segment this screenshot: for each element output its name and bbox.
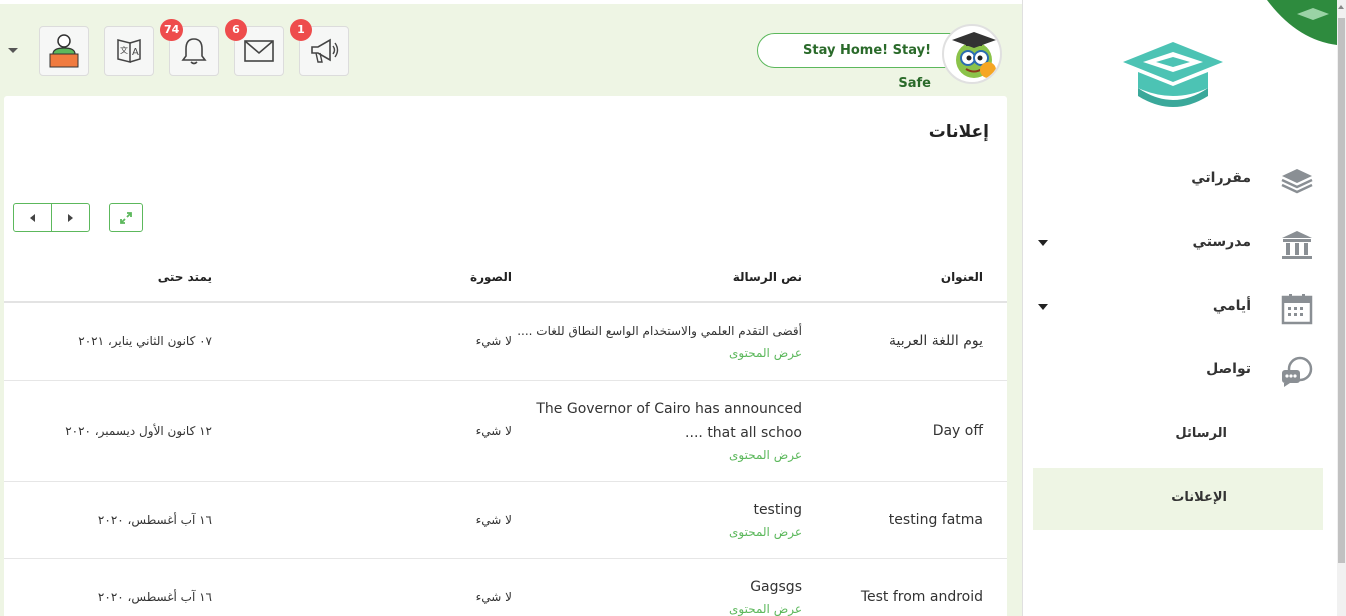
column-header-title: العنوان	[802, 252, 1007, 303]
messages-badge: 6	[225, 19, 247, 41]
svg-text:文: 文	[120, 45, 128, 55]
sidebar-item-label: مدرستي	[1192, 234, 1251, 250]
row-image: لا شيء	[212, 302, 512, 381]
column-header-image: الصورة	[212, 252, 512, 303]
row-message: The Governor of Cairo has announced that…	[512, 380, 802, 482]
table-row: testing fatma testing عرض المحتوى لا شيء…	[4, 481, 1007, 559]
row-message-text: أقضى التقدم العلمي والاستخدام الواسع الن…	[517, 324, 802, 339]
expand-button[interactable]	[109, 203, 143, 232]
announcements-button[interactable]: 1	[290, 19, 349, 76]
row-title: testing fatma	[802, 481, 1007, 559]
expand-arrows-icon	[120, 211, 132, 224]
greeting-banner: !Stay Home! Stay Safe	[757, 33, 972, 91]
row-until: ١٦ آب أغسطس، ٢٠٢٠	[4, 558, 212, 616]
row-message: Gagsgs عرض المحتوى	[512, 558, 802, 616]
row-message-text: that all schoo ....	[685, 424, 802, 441]
column-header-message: نص الرسالة	[512, 252, 802, 303]
pagination	[13, 203, 90, 232]
sidebar-subitem-label: الإعلانات	[1171, 490, 1227, 505]
row-message-text: Gagsgs	[750, 579, 802, 595]
row-until: ١٦ آب أغسطس، ٢٠٢٠	[4, 481, 212, 559]
translate-icon: A 文	[117, 38, 141, 63]
scrollbar-thumb[interactable]	[1338, 18, 1345, 563]
row-message: أقضى التقدم العلمي والاستخدام الواسع الن…	[512, 302, 802, 381]
row-title: Day off	[802, 380, 1007, 482]
chat-bubbles-icon	[1279, 355, 1315, 389]
sidebar-item-my-courses[interactable]: مقرراتي	[1022, 156, 1337, 206]
row-title: Test from android	[802, 558, 1007, 616]
svg-text:A: A	[132, 47, 139, 58]
sidebar-item-my-days[interactable]: أيامي	[1022, 284, 1337, 334]
announcements-card: إعلانات العنوان نص الرسالة الصورة يمتد ح…	[4, 96, 1007, 616]
sidebar-item-my-school[interactable]: مدرستي	[1022, 220, 1337, 270]
chevron-right-icon	[68, 213, 73, 222]
chevron-down-icon	[1038, 304, 1048, 310]
corner-ribbon-icon	[1267, 0, 1337, 45]
row-image: لا شيء	[212, 558, 512, 616]
table-row: Day off The Governor of Cairo has announ…	[4, 380, 1007, 482]
table-row: Test from android Gagsgs عرض المحتوى لا …	[4, 558, 1007, 616]
books-stack-icon	[1279, 164, 1315, 198]
next-page-button[interactable]	[51, 204, 89, 231]
notifications-button[interactable]: 74	[160, 19, 219, 76]
sidebar-item-communication[interactable]: تواصل	[1022, 347, 1337, 397]
announcements-badge: 1	[290, 19, 312, 41]
view-content-link[interactable]: عرض المحتوى	[512, 522, 802, 542]
sidebar-item-label: تواصل	[1206, 361, 1251, 377]
sidebar-subitem-label: الرسائل	[1175, 426, 1227, 441]
row-title: يوم اللغة العربية	[802, 302, 1007, 381]
avatar[interactable]	[942, 24, 1002, 84]
app-logo-icon[interactable]	[1118, 40, 1228, 115]
chevron-left-icon	[30, 213, 35, 222]
chevron-down-icon	[1038, 240, 1048, 246]
sidebar-subitem-announcements[interactable]: الإعلانات	[1033, 468, 1323, 530]
table-row: يوم اللغة العربية أقضى التقدم العلمي وال…	[4, 302, 1007, 381]
row-image: لا شيء	[212, 380, 512, 482]
sidebar: مقرراتي مدرستي أيامي تواصل الرسائل الإعل…	[1022, 0, 1337, 616]
view-content-link[interactable]: عرض المحتوى	[512, 599, 802, 616]
mascot-avatar-icon	[952, 32, 996, 78]
row-until: ١٢ كانون الأول ديسمبر، ٢٠٢٠	[4, 380, 212, 482]
sidebar-item-label: مقرراتي	[1191, 170, 1251, 186]
prev-page-button[interactable]	[14, 204, 51, 231]
notifications-badge: 74	[160, 19, 184, 41]
sidebar-item-label: أيامي	[1212, 298, 1251, 314]
user-at-laptop-icon	[49, 34, 79, 68]
calendar-icon	[1279, 292, 1315, 326]
row-message-text: testing	[753, 501, 802, 518]
sidebar-subitem-messages[interactable]: الرسائل	[1033, 404, 1323, 466]
main-area: A 文 74 6 1 !Stay Home! Stay Safe إعلانات…	[0, 0, 1022, 616]
row-message-text: The Governor of Cairo has announced	[536, 400, 802, 417]
page-title: إعلانات	[928, 122, 989, 142]
scrollbar[interactable]	[1337, 0, 1346, 616]
user-profile-button[interactable]	[39, 26, 89, 76]
megaphone-icon	[311, 38, 339, 63]
envelope-icon	[244, 40, 274, 62]
view-content-link[interactable]: عرض المحتوى	[512, 343, 802, 363]
school-building-icon	[1279, 228, 1315, 262]
row-until: ٠٧ كانون الثاني يناير، ٢٠٢١	[4, 302, 212, 381]
messages-button[interactable]: 6	[225, 19, 284, 76]
row-image: لا شيء	[212, 481, 512, 559]
bell-icon	[181, 38, 207, 65]
column-header-until: يمتد حتى	[4, 252, 212, 303]
user-menu-caret-icon[interactable]	[8, 48, 18, 53]
translate-button[interactable]: A 文	[104, 26, 154, 76]
announcements-table: العنوان نص الرسالة الصورة يمتد حتى يوم ا…	[4, 252, 1007, 616]
table-header-row: العنوان نص الرسالة الصورة يمتد حتى	[4, 252, 1007, 303]
view-content-link[interactable]: عرض المحتوى	[512, 445, 802, 465]
scroll-up-icon[interactable]	[1338, 5, 1344, 9]
row-message: testing عرض المحتوى	[512, 481, 802, 559]
